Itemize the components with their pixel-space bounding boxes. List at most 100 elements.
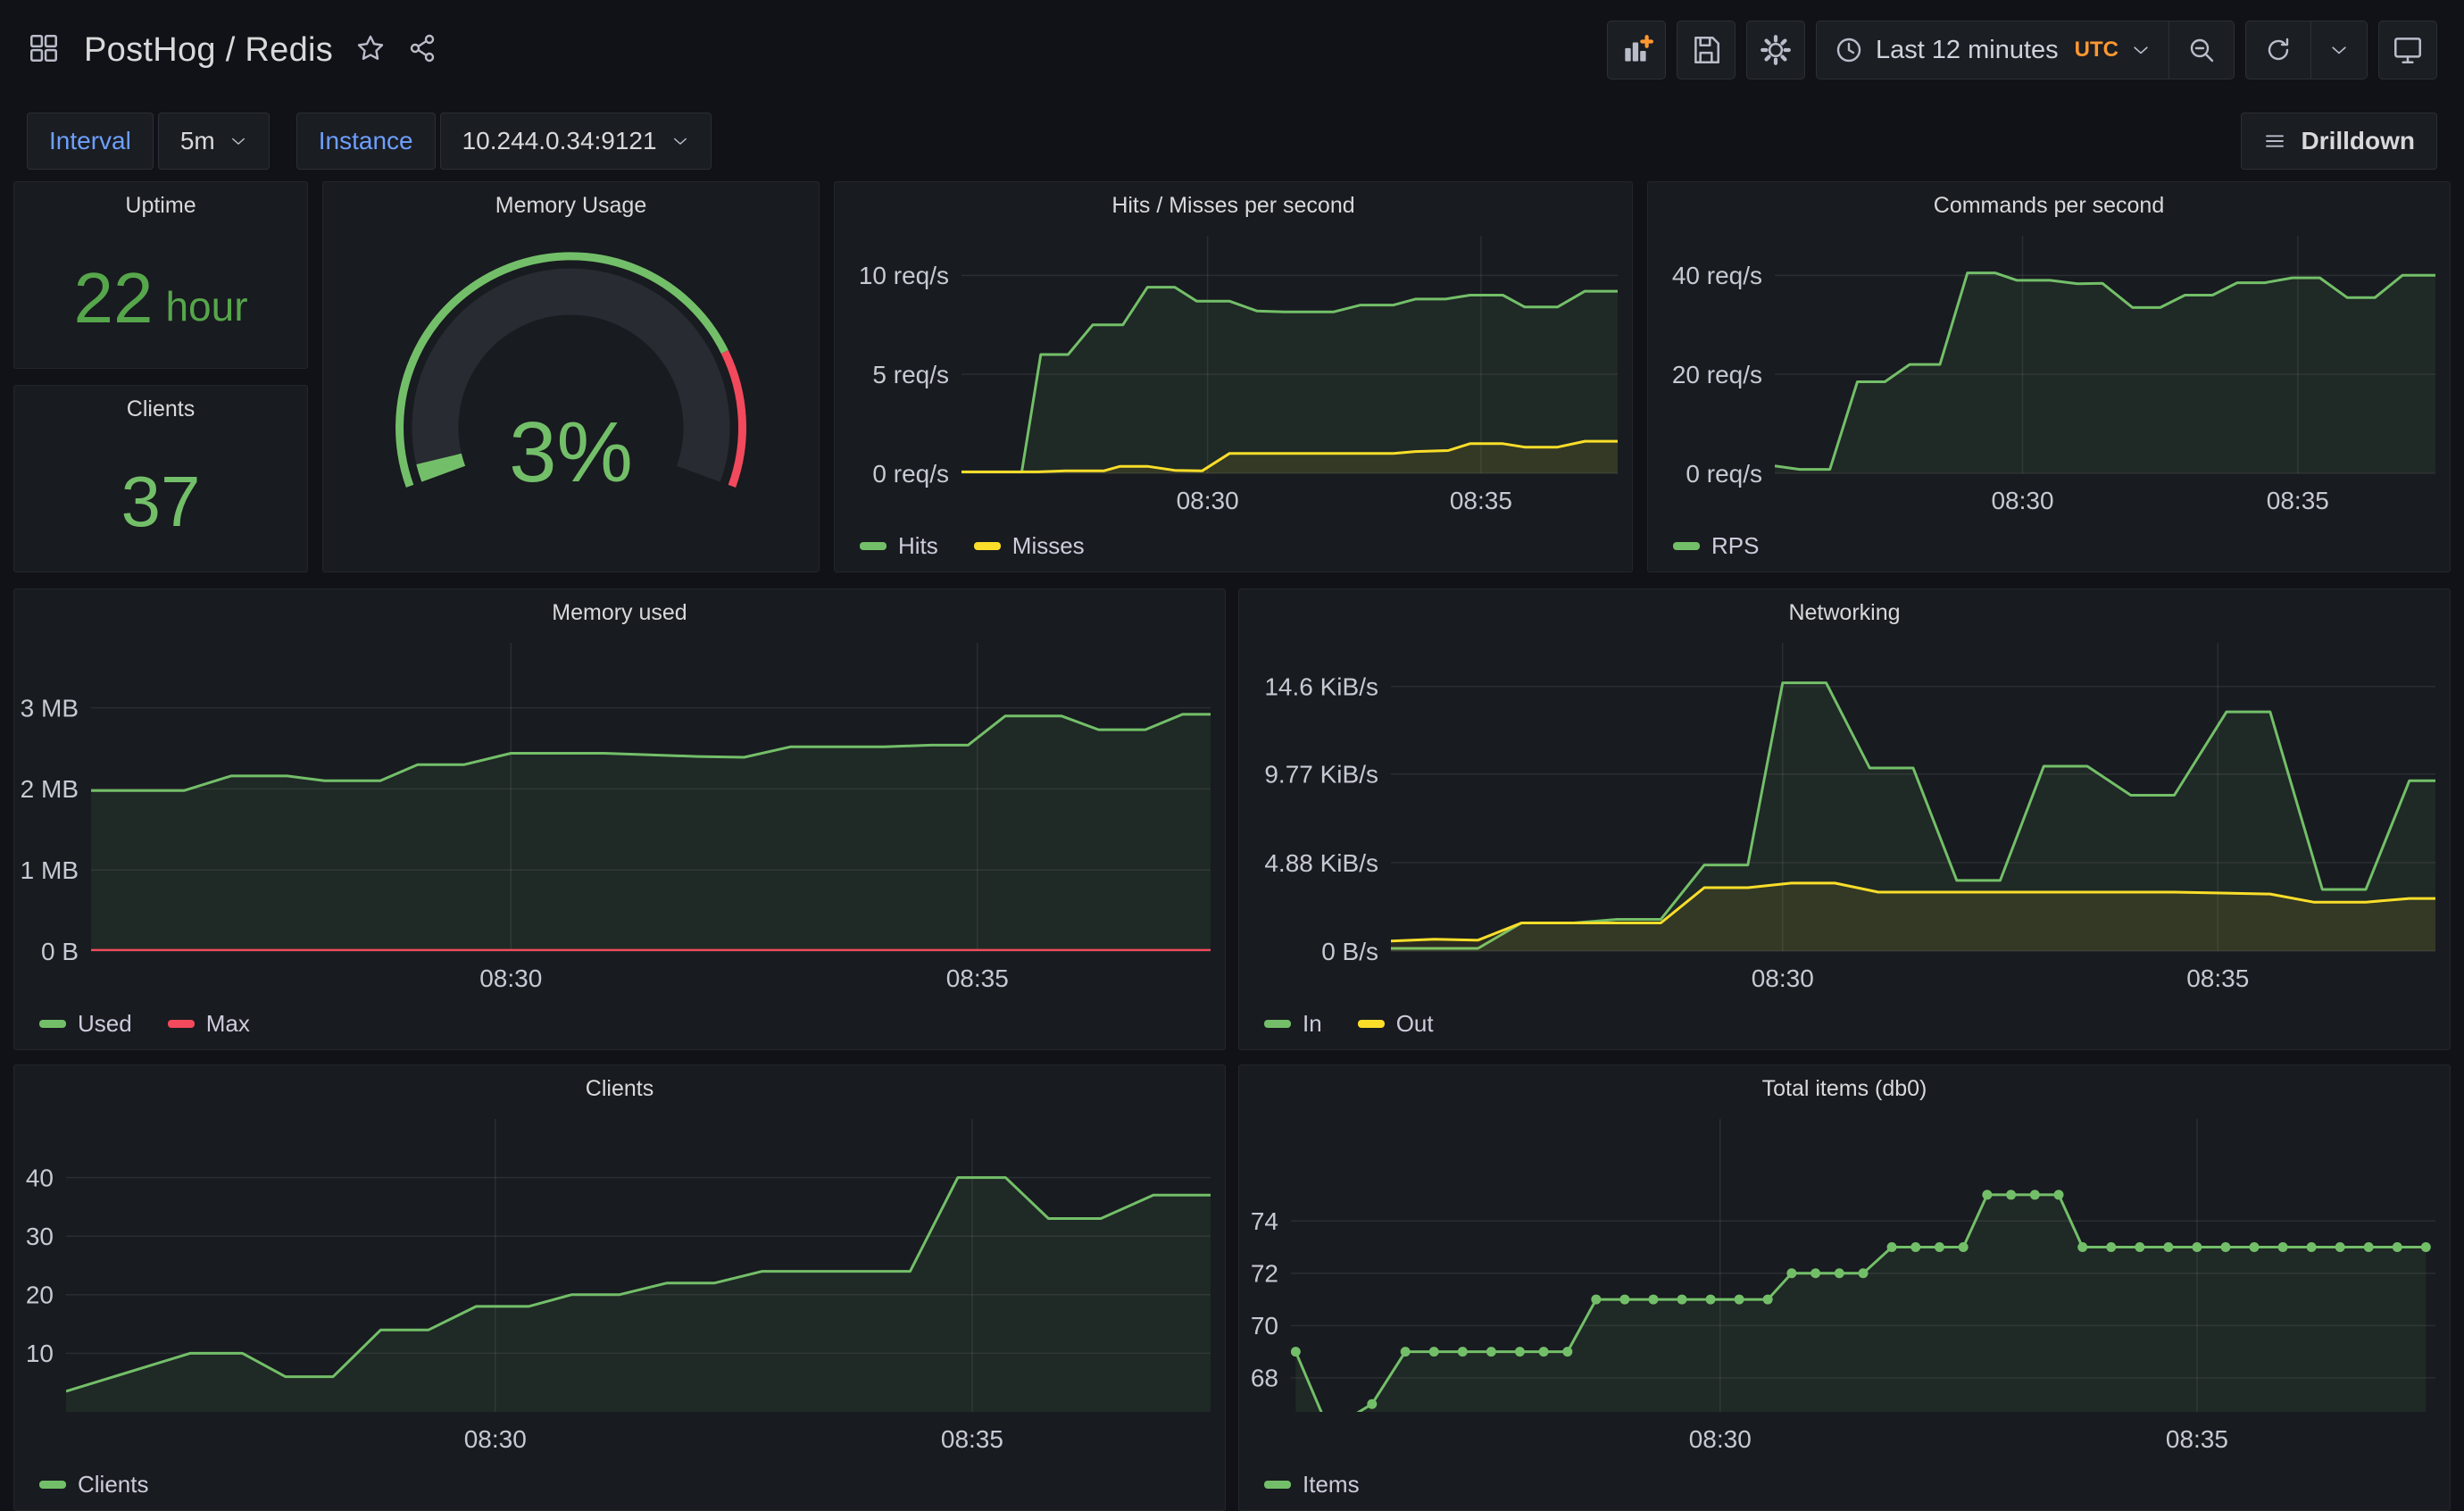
panel-clients-stat: Clients 37 xyxy=(13,385,308,572)
time-range-label: Last 12 minutes xyxy=(1876,36,2059,65)
time-range-picker[interactable]: Last 12 minutes UTC xyxy=(1817,21,2168,79)
legend-item[interactable]: Items xyxy=(1264,1471,1360,1498)
star-icon[interactable] xyxy=(356,34,385,67)
commands-chart[interactable]: 0 req/s20 req/s40 req/s08:3008:35 xyxy=(1648,229,2450,524)
panel-title[interactable]: Commands per second xyxy=(1648,182,2450,229)
panel-title[interactable]: Total items (db0) xyxy=(1239,1065,2450,1112)
svg-text:08:35: 08:35 xyxy=(946,964,1009,992)
clock-icon xyxy=(1835,36,1863,64)
chart-legend: Clients xyxy=(14,1463,1225,1511)
legend-item[interactable]: RPS xyxy=(1673,532,1759,560)
dashboards-grid-icon[interactable] xyxy=(27,31,61,70)
instance-select[interactable]: 10.244.0.34:9121 xyxy=(440,113,712,170)
interval-label[interactable]: Interval xyxy=(27,113,154,170)
panel-title[interactable]: Memory used xyxy=(14,589,1225,636)
panel-uptime: Uptime 22 hour xyxy=(13,181,308,369)
legend-item[interactable]: Out xyxy=(1358,1010,1434,1038)
hits-misses-chart[interactable]: 0 req/s5 req/s10 req/s08:3008:35 xyxy=(835,229,1632,524)
drilldown-label: Drilldown xyxy=(2301,127,2415,155)
time-range-group: Last 12 minutes UTC xyxy=(1816,21,2235,79)
plus-icon xyxy=(1642,37,1652,46)
drilldown-button[interactable]: Drilldown xyxy=(2241,113,2437,170)
legend-item[interactable]: In xyxy=(1264,1010,1322,1038)
uptime-unit: hour xyxy=(165,282,247,330)
legend-series-label: Clients xyxy=(78,1471,148,1498)
svg-text:72: 72 xyxy=(1251,1260,1278,1288)
zoom-out-button[interactable] xyxy=(2168,21,2234,79)
page-title[interactable]: PostHog / Redis xyxy=(84,31,333,70)
clients-chart[interactable]: 1020304008:3008:35 xyxy=(14,1112,1225,1463)
legend-series-label: Misses xyxy=(1012,532,1085,560)
chart-canvas: 0 req/s20 req/s40 req/s08:3008:35 xyxy=(1648,229,2450,520)
panel-title[interactable]: Uptime xyxy=(14,182,307,229)
legend-series-label: Max xyxy=(206,1010,250,1038)
svg-text:68: 68 xyxy=(1251,1365,1278,1392)
panel-title[interactable]: Hits / Misses per second xyxy=(835,182,1632,229)
refresh-interval-dropdown[interactable] xyxy=(2310,21,2367,79)
add-panel-button[interactable] xyxy=(1607,21,1666,79)
interval-variable: Interval 5m xyxy=(27,113,270,170)
chevron-down-icon xyxy=(2329,40,2349,60)
svg-text:5 req/s: 5 req/s xyxy=(872,361,949,388)
legend-item[interactable]: Hits xyxy=(860,532,938,560)
legend-series-mark xyxy=(974,542,1001,550)
chart-canvas: 6870727408:3008:35 xyxy=(1239,1112,2450,1458)
svg-text:74: 74 xyxy=(1251,1207,1278,1235)
legend-item[interactable]: Max xyxy=(168,1010,250,1038)
refresh-group xyxy=(2245,21,2368,79)
instance-value: 10.244.0.34:9121 xyxy=(462,127,657,155)
svg-text:0 B: 0 B xyxy=(41,938,79,965)
svg-text:20: 20 xyxy=(26,1281,54,1309)
menu-icon xyxy=(2263,129,2286,153)
chevron-down-icon xyxy=(671,132,689,150)
svg-text:08:30: 08:30 xyxy=(1752,964,1814,992)
panel-title[interactable]: Networking xyxy=(1239,589,2450,636)
legend-item[interactable]: Used xyxy=(39,1010,132,1038)
panel-hits-misses: Hits / Misses per second 0 req/s5 req/s1… xyxy=(834,181,1633,572)
svg-text:08:30: 08:30 xyxy=(1689,1425,1752,1453)
legend-item[interactable]: Misses xyxy=(974,532,1085,560)
settings-button[interactable] xyxy=(1746,21,1805,79)
chart-legend: Used Max xyxy=(14,1002,1225,1050)
svg-text:70: 70 xyxy=(1251,1312,1278,1340)
svg-text:2 MB: 2 MB xyxy=(21,775,79,803)
legend-series-label: RPS xyxy=(1711,532,1759,560)
uptime-value: 22 xyxy=(73,263,153,334)
chart-legend: Hits Misses xyxy=(835,524,1632,572)
interval-select[interactable]: 5m xyxy=(158,113,270,170)
legend-item[interactable]: Clients xyxy=(39,1471,148,1498)
memory-usage-gauge[interactable] xyxy=(323,229,819,572)
refresh-button[interactable] xyxy=(2246,21,2310,79)
total-items-chart[interactable]: 6870727408:3008:35 xyxy=(1239,1112,2450,1463)
panel-title[interactable]: Clients xyxy=(14,1065,1225,1112)
panel-total-items: Total items (db0) 6870727408:3008:35 Ite… xyxy=(1238,1064,2451,1511)
refresh-icon xyxy=(2264,36,2293,64)
svg-text:08:35: 08:35 xyxy=(1450,487,1512,514)
svg-text:20 req/s: 20 req/s xyxy=(1672,361,1762,388)
svg-text:08:35: 08:35 xyxy=(2267,487,2329,514)
uptime-stat: 22 hour xyxy=(14,229,307,368)
instance-label[interactable]: Instance xyxy=(296,113,436,170)
chevron-down-icon xyxy=(2131,40,2151,60)
svg-text:3 MB: 3 MB xyxy=(21,694,79,722)
legend-series-mark xyxy=(39,1481,66,1489)
tv-mode-button[interactable] xyxy=(2378,21,2437,79)
svg-text:4.88 KiB/s: 4.88 KiB/s xyxy=(1264,849,1378,877)
legend-series-mark xyxy=(860,542,887,550)
timezone-label: UTC xyxy=(2075,38,2119,63)
svg-text:10: 10 xyxy=(26,1340,54,1367)
panel-memory-usage-gauge: Memory Usage 3% xyxy=(322,181,820,572)
svg-text:30: 30 xyxy=(26,1223,54,1250)
chart-legend: Items xyxy=(1239,1463,2450,1511)
memory-used-chart[interactable]: 0 B1 MB2 MB3 MB08:3008:35 xyxy=(14,636,1225,1002)
panel-title[interactable]: Memory Usage xyxy=(323,182,819,229)
panel-memory-used: Memory used 0 B1 MB2 MB3 MB08:3008:35 Us… xyxy=(13,589,1226,1050)
share-icon[interactable] xyxy=(408,34,437,67)
svg-text:1 MB: 1 MB xyxy=(21,856,79,884)
save-button[interactable] xyxy=(1677,21,1736,79)
chart-canvas: 0 B1 MB2 MB3 MB08:3008:35 xyxy=(14,636,1225,998)
networking-chart[interactable]: 0 B/s4.88 KiB/s9.77 KiB/s14.6 KiB/s08:30… xyxy=(1239,636,2450,1002)
panel-title[interactable]: Clients xyxy=(14,386,307,432)
panel-commands: Commands per second 0 req/s20 req/s40 re… xyxy=(1647,181,2451,572)
interval-value: 5m xyxy=(180,127,215,155)
